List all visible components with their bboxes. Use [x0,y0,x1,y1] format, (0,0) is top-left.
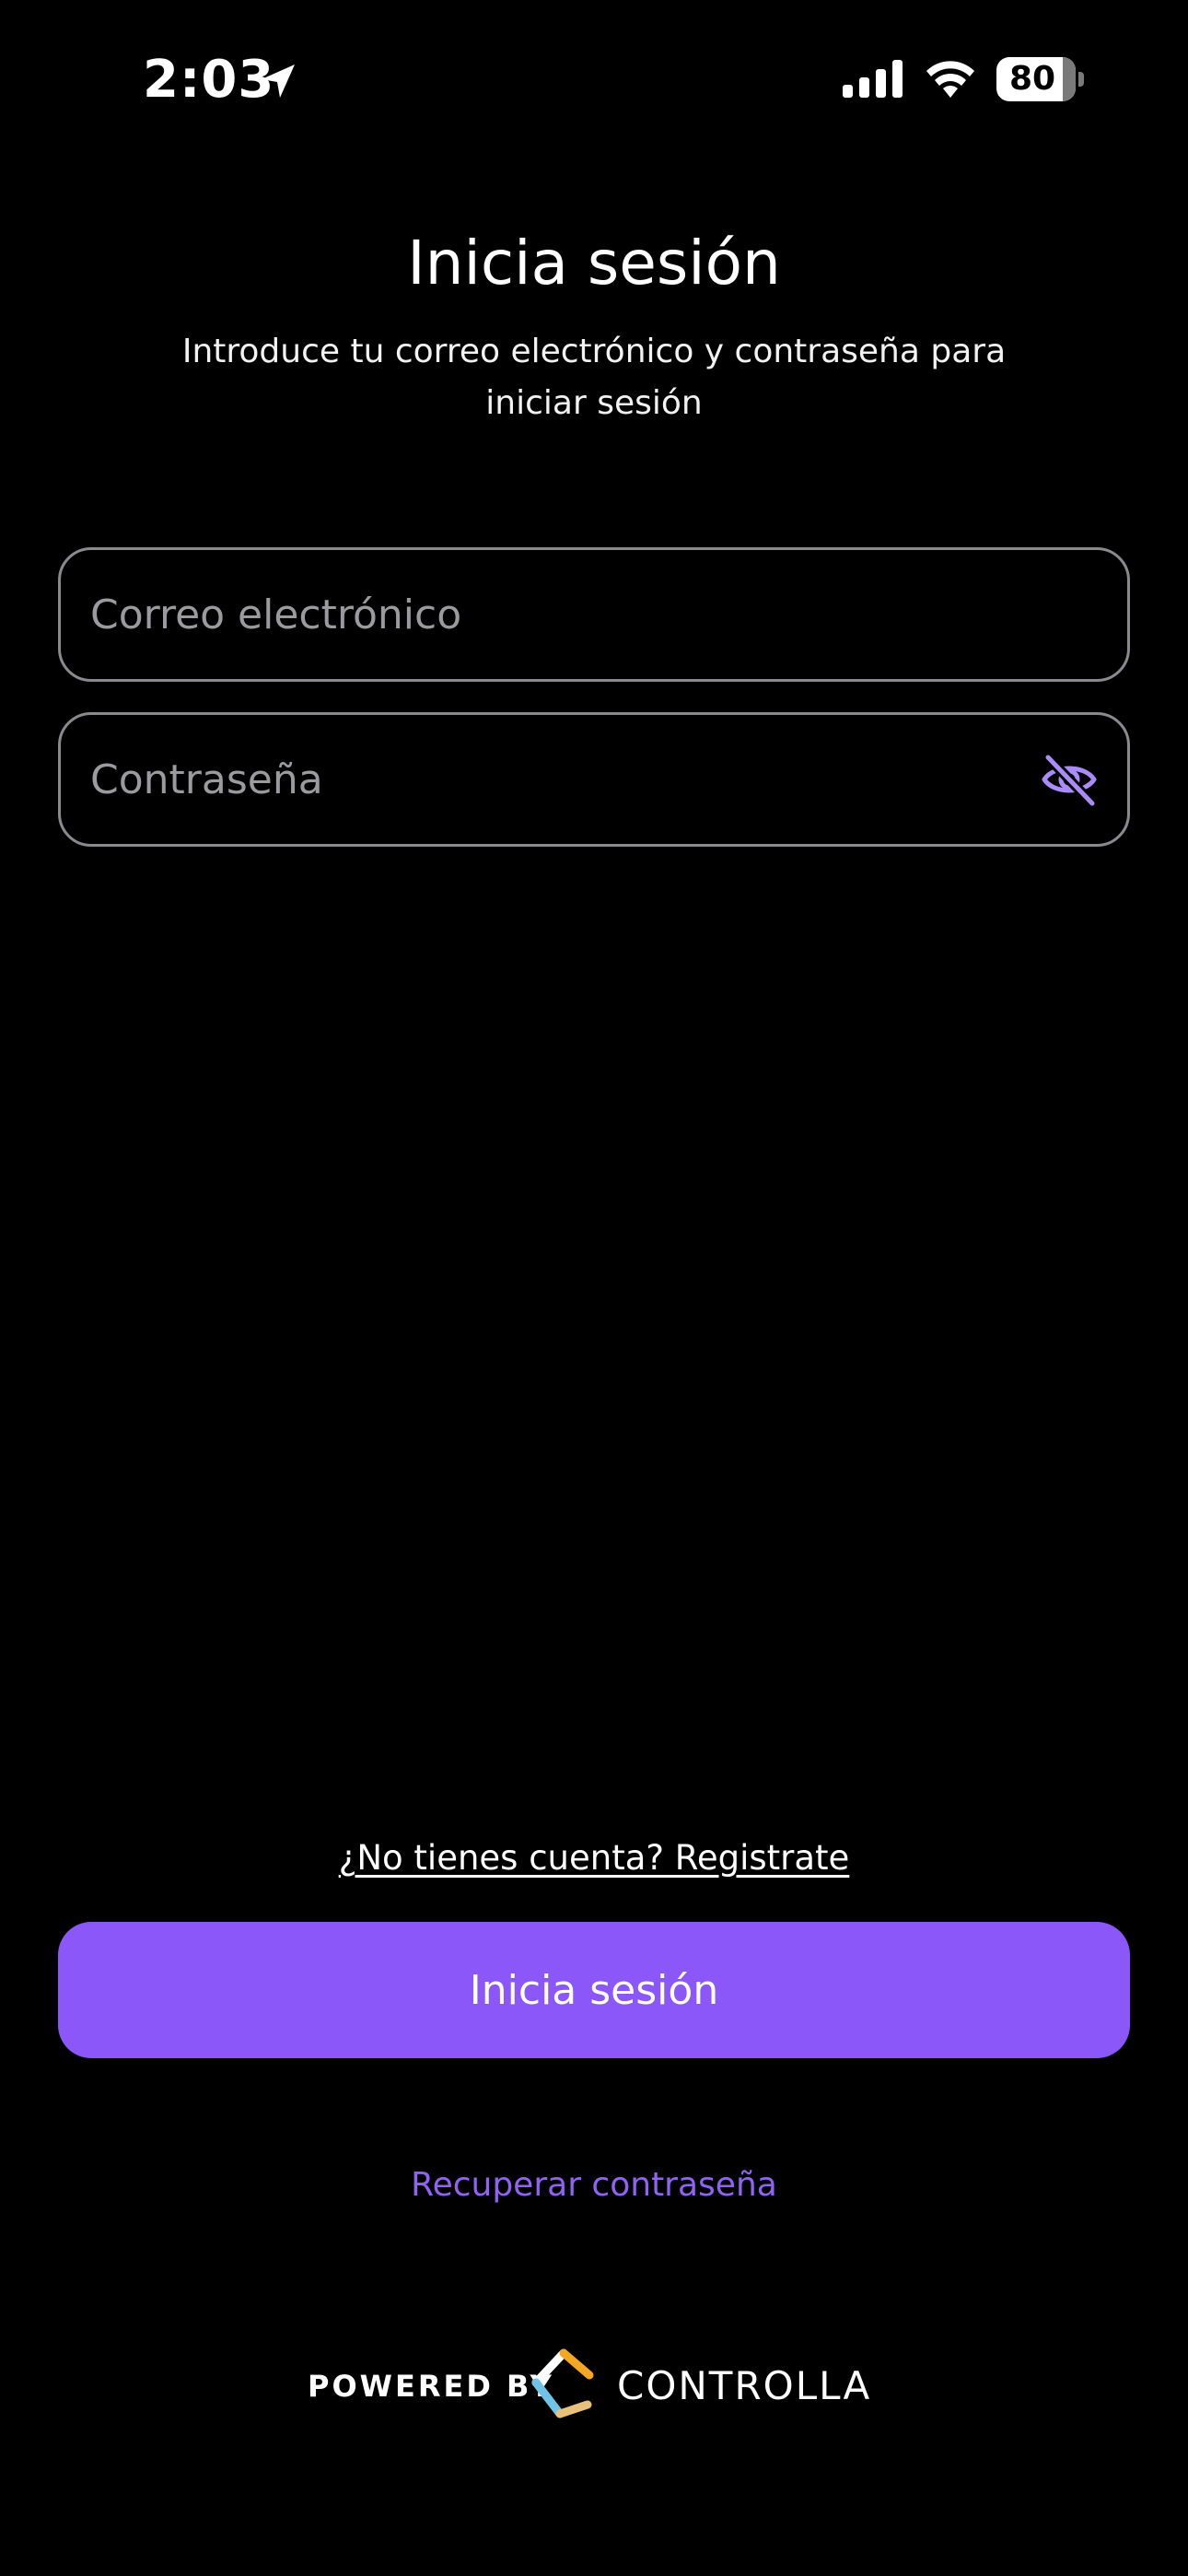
location-arrow-icon [262,64,295,98]
login-button[interactable]: Inicia sesión [58,1922,1130,2058]
page-title: Inicia sesión [407,228,781,299]
controlla-logo-icon [531,2348,594,2418]
powered-by-label: POWERED BY [308,2369,554,2404]
powered-by-footer: POWERED BY CONTROLLA [0,2348,1188,2425]
status-time: 2:03 [143,50,275,110]
battery-percentage: 80 [1008,60,1056,98]
battery-icon: 80 [996,57,1085,101]
password-field[interactable] [90,715,1011,844]
page-subtitle: Introduce tu correo electrónico y contra… [181,333,1007,422]
status-bar: 2:03 80 [0,0,1188,157]
password-field-container[interactable] [58,712,1130,847]
email-field-container[interactable] [58,547,1130,682]
eye-slash-icon[interactable] [1039,750,1100,809]
recover-password-link[interactable]: Recuperar contraseña [0,2160,1188,2211]
cellular-signal-icon [843,60,903,98]
email-field[interactable] [90,550,1011,679]
brand-name: CONTROLLA [617,2363,872,2408]
register-link[interactable]: ¿No tienes cuenta? Registrate [0,1833,1188,1883]
wifi-icon [926,61,974,98]
battery-cap [1078,72,1084,87]
battery-body: 80 [996,57,1076,101]
